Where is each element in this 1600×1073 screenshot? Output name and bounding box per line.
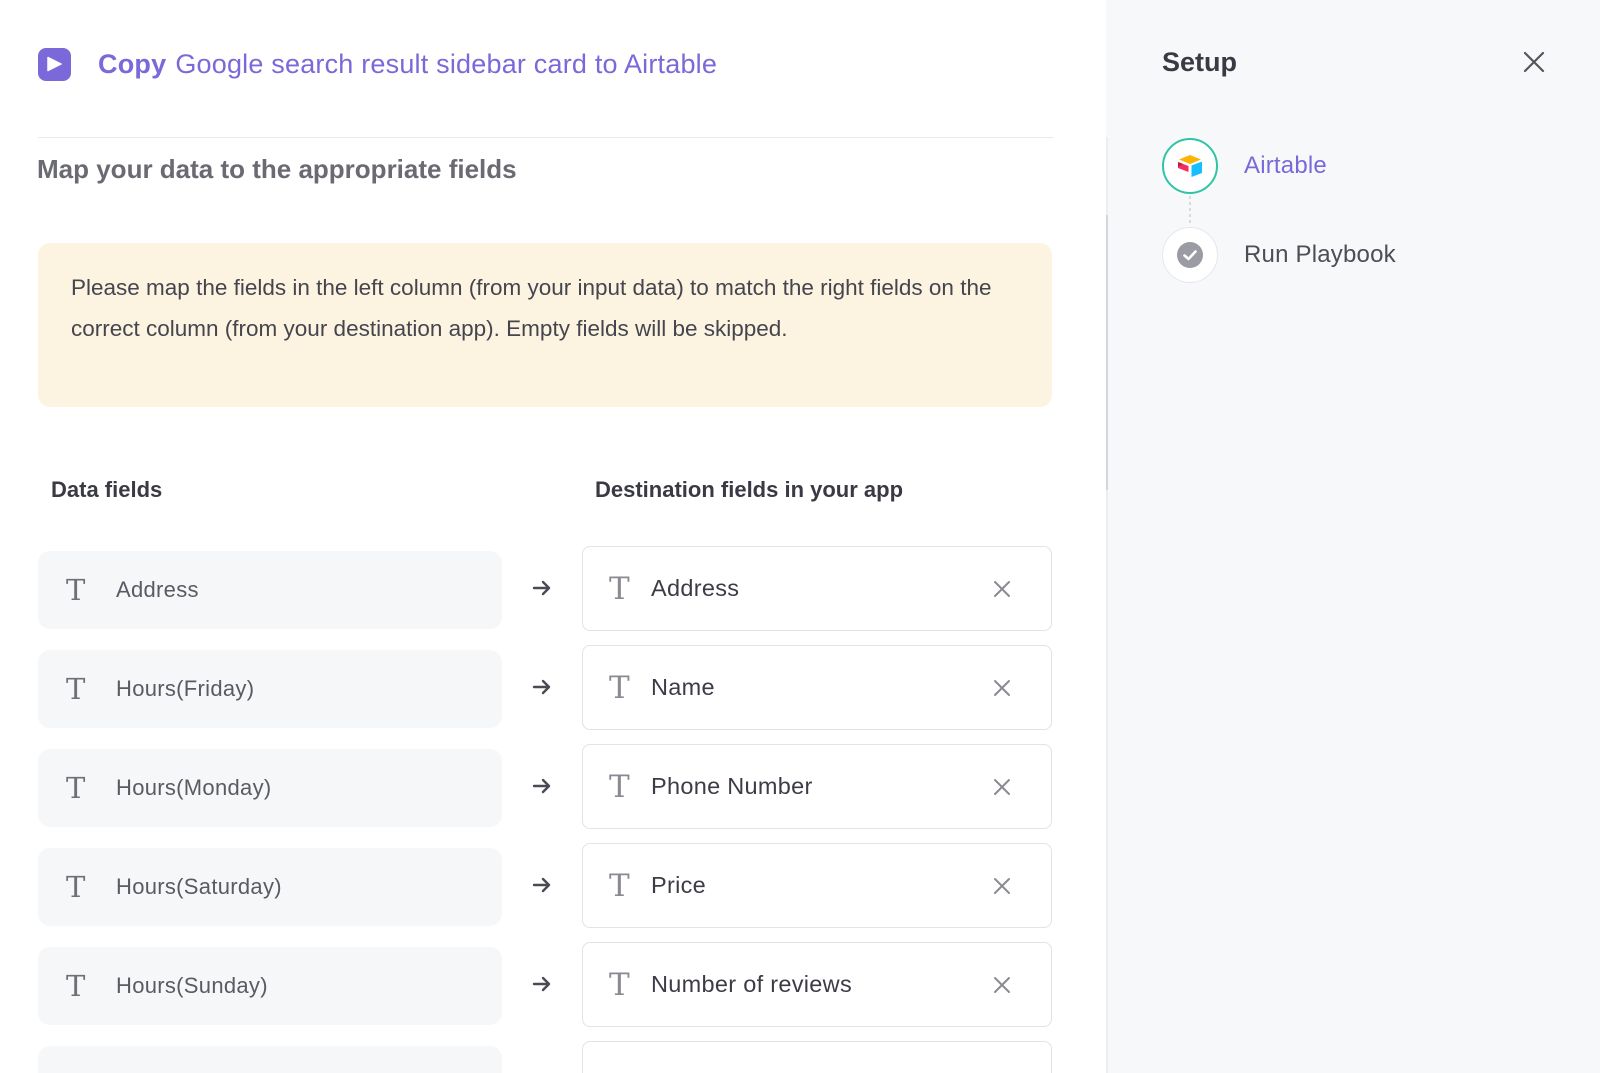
source-field-label: Hours(Friday): [116, 676, 255, 701]
destination-field-label: Phone Number: [651, 773, 813, 799]
destination-field-select[interactable]: T Number of reviews: [582, 942, 1052, 1027]
arrow-right-icon: [532, 679, 551, 695]
playbook-setup-page: Copy Google search result sidebar card to…: [0, 0, 1600, 1073]
destination-field-select[interactable]: T Address: [582, 546, 1052, 631]
mapping-row: [38, 1041, 1052, 1073]
clear-mapping-icon[interactable]: [991, 776, 1013, 798]
clear-mapping-icon[interactable]: [991, 875, 1013, 897]
playbook-title-verb: Copy: [98, 48, 167, 79]
destination-field-label: Address: [651, 575, 740, 601]
scrollbar-thumb[interactable]: [1106, 215, 1108, 490]
arrow-right-icon: [532, 778, 551, 794]
source-field-label: Hours(Saturday): [116, 874, 282, 899]
source-field: T Hours(Saturday): [38, 848, 502, 926]
mapping-row: T Hours(Monday) T Phone Number: [38, 744, 1052, 829]
destination-fields-column-header: Destination fields in your app: [595, 477, 904, 502]
data-fields-column-header: Data fields: [51, 477, 163, 502]
playbook-title-row: Copy Google search result sidebar card to…: [38, 44, 717, 84]
step-label: Run Playbook: [1244, 241, 1396, 268]
destination-field-label: Price: [651, 872, 707, 898]
arrow-right-icon: [532, 580, 551, 596]
destination-field-select[interactable]: T Name: [582, 645, 1052, 730]
source-field: T Hours(Friday): [38, 650, 502, 728]
source-field: T Hours(Monday): [38, 749, 502, 827]
destination-field-label: Number of reviews: [651, 971, 852, 997]
text-type-icon: T: [609, 570, 630, 607]
source-field-label: Address: [116, 577, 199, 602]
setup-step-run-playbook[interactable]: Run Playbook: [1162, 227, 1396, 283]
playbook-title-description: Google search result sidebar card to Air…: [175, 48, 718, 79]
source-field: T Hours(Sunday): [38, 947, 502, 1025]
mapping-row: T Address T Address: [38, 546, 1052, 631]
text-type-icon: T: [609, 669, 630, 706]
text-type-icon: T: [66, 969, 86, 1003]
header-divider: [38, 137, 1054, 138]
text-type-icon: T: [609, 768, 630, 805]
mapping-row: T Hours(Friday) T Name: [38, 645, 1052, 730]
source-field-label: Hours(Sunday): [116, 973, 268, 998]
destination-field-label: Name: [651, 674, 715, 700]
main-panel: Copy Google search result sidebar card to…: [0, 0, 1106, 1073]
mapping-row: T Hours(Sunday) T Number of reviews: [38, 942, 1052, 1027]
text-type-icon: T: [66, 771, 86, 805]
source-field: [38, 1046, 502, 1073]
source-field-label: Hours(Monday): [116, 775, 272, 800]
airtable-icon: [1162, 138, 1218, 194]
step-label: Airtable: [1244, 152, 1327, 179]
mapping-row: T Hours(Saturday) T Price: [38, 843, 1052, 928]
playbook-title: Copy Google search result sidebar card to…: [98, 49, 717, 80]
clear-mapping-icon[interactable]: [991, 578, 1013, 600]
setup-step-airtable[interactable]: Airtable: [1162, 138, 1327, 194]
check-circle-icon: [1162, 227, 1218, 283]
clear-mapping-icon[interactable]: [991, 677, 1013, 699]
text-type-icon: T: [66, 672, 86, 706]
destination-field-select[interactable]: [582, 1041, 1052, 1073]
source-field: T Address: [38, 551, 502, 629]
destination-field-select[interactable]: T Price: [582, 843, 1052, 928]
text-type-icon: T: [66, 573, 86, 607]
text-type-icon: T: [609, 966, 630, 1003]
section-title: Map your data to the appropriate fields: [37, 154, 517, 184]
text-type-icon: T: [609, 867, 630, 904]
close-icon[interactable]: [1521, 49, 1547, 75]
text-type-icon: T: [66, 870, 86, 904]
clear-mapping-icon[interactable]: [991, 974, 1013, 996]
arrow-right-icon: [532, 877, 551, 893]
step-connector: [1189, 196, 1191, 226]
arrow-right-icon: [532, 976, 551, 992]
mapping-instructions-notice: Please map the fields in the left column…: [38, 243, 1052, 407]
play-icon: [38, 47, 71, 81]
destination-field-select[interactable]: T Phone Number: [582, 744, 1052, 829]
setup-title: Setup: [1162, 47, 1238, 77]
